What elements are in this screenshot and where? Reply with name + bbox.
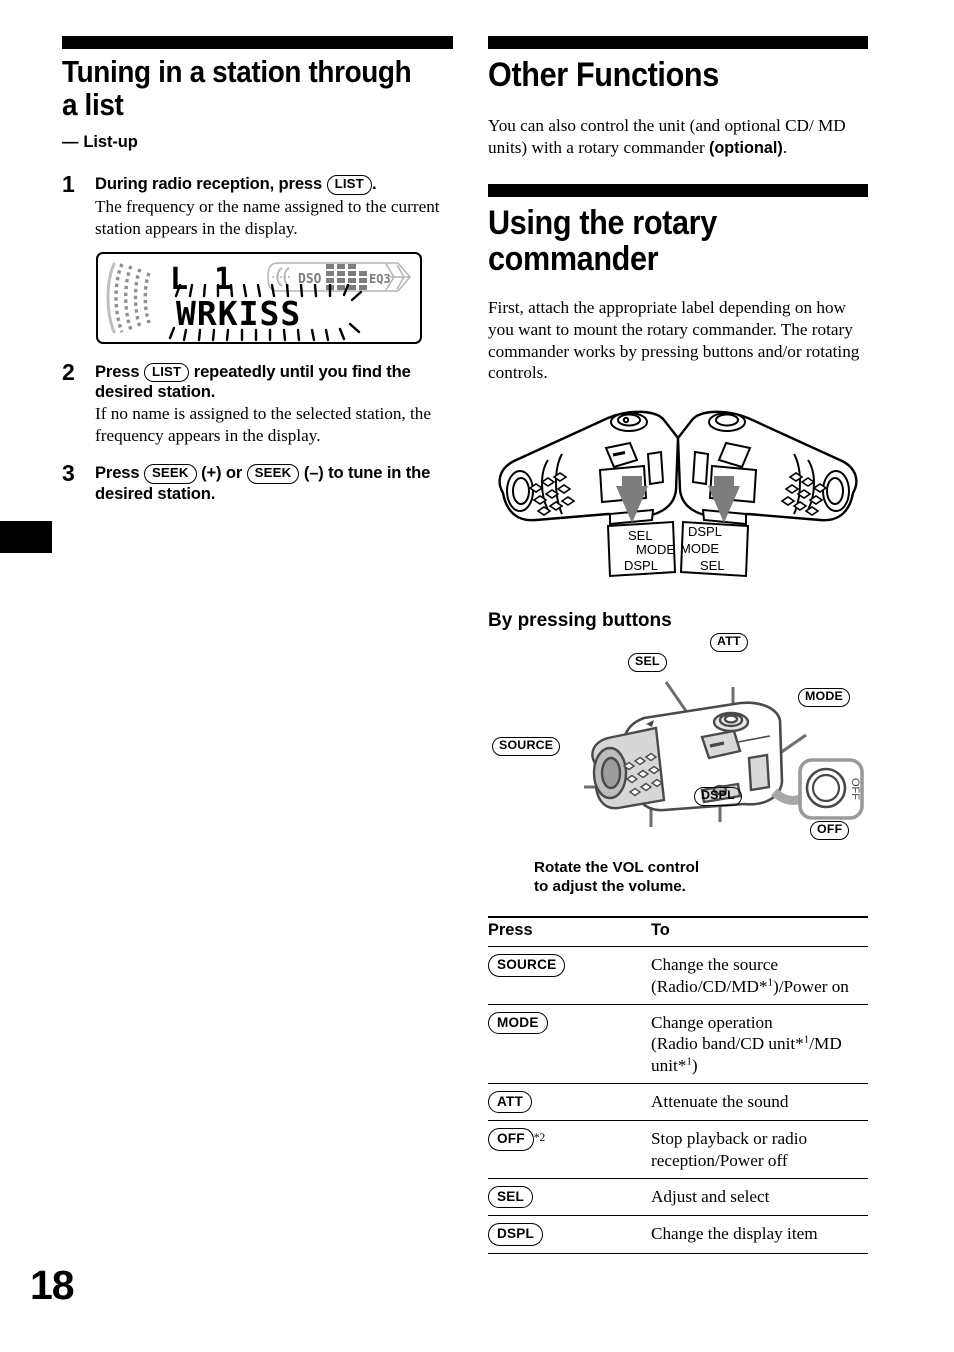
step-3-number: 3 [62, 459, 75, 486]
table-cell-key: OFF *2 [488, 1120, 651, 1179]
step-2-lead-after: repeatedly until you find the desired st… [95, 361, 411, 402]
left-subheading: — List-up [62, 133, 453, 152]
table-header-row: Press To [488, 916, 868, 948]
intro-text-a: You can also control the unit (and optio… [488, 116, 846, 158]
by-pressing-buttons-heading: By pressing buttons [488, 610, 672, 632]
table-cell-key: SOURCE [488, 946, 651, 1005]
table-row: DSPL Change the display item [488, 1215, 868, 1254]
step-3-lead-before: Press [95, 462, 140, 482]
left-label-line-1: SEL [628, 528, 653, 543]
thumb-tab-marker [0, 521, 52, 553]
table-header-to: To [651, 916, 868, 948]
table-cell-key: SEL [488, 1178, 651, 1217]
step-2-lead: Press LIST repeatedly until you find the… [95, 362, 453, 403]
off-knob-label: OFF [849, 778, 861, 800]
step-3: 3 Press SEEK (+) or SEEK (–) to tune in … [62, 459, 453, 504]
key-att: ATT [488, 1090, 533, 1114]
left-column: Tuning in a station through a list — List… [62, 36, 453, 503]
key-dspl: DSPL [488, 1223, 544, 1246]
table-cell-key: MODE [488, 1004, 651, 1084]
key-seek-minus: SEEK [246, 463, 300, 484]
step-2-lead-before: Press [95, 361, 140, 381]
table-cell-desc: Adjust and select [651, 1178, 868, 1217]
key-seek-plus: SEEK [143, 463, 197, 484]
subheading-text: List-up [83, 133, 138, 152]
key-sel: SEL [488, 1185, 534, 1209]
step-1-explanation: The frequency or the name assigned to th… [95, 197, 440, 238]
table-row: ATT Attenuate the sound [488, 1083, 868, 1122]
right-label-line-3: SEL [700, 558, 725, 573]
vol-caption: Rotate the VOL control to adjust the vol… [534, 859, 700, 895]
table-row: MODE Change operation (Radio band/CD uni… [488, 1004, 868, 1084]
page-title: Tuning in a station through a list [62, 54, 412, 123]
table-cell-desc: Attenuate the sound [651, 1083, 868, 1122]
key-list-2: LIST [143, 362, 190, 383]
table-cell-desc: Stop playback or radio reception/Power o… [651, 1120, 868, 1179]
left-label-line-2: MODE [636, 542, 675, 557]
rotary-commander-mounting-figure: SEL MODE DSPL DSPL MODE SEL [488, 398, 868, 588]
key-off: OFF [488, 1128, 534, 1151]
right-label-line-1: DSPL [688, 524, 722, 539]
callout-dspl: DSPL [694, 787, 742, 807]
callout-mode: MODE [798, 688, 850, 708]
table-row: SOURCE Change the source (Radio/CD/MD*1)… [488, 946, 868, 1005]
section-rule-right-2 [488, 183, 868, 197]
lcd-eq3-label: EQ3 [369, 272, 391, 286]
key-source: SOURCE [488, 954, 566, 977]
step-3-lead: Press SEEK (+) or SEEK (–) to tune in th… [95, 463, 453, 504]
signal-waves-icon [104, 258, 162, 338]
step-2-explanation: If no name is assigned to the selected s… [95, 404, 432, 446]
lcd-display-illustration: L 1 DSO EQ3 WRKISS [96, 251, 422, 344]
intro-optional-bold: (optional) [709, 139, 783, 158]
section-rule-left [62, 36, 453, 49]
left-label-line-3: DSPL [624, 558, 658, 573]
section-rule-right-1 [488, 36, 868, 49]
callout-source: SOURCE [492, 737, 561, 757]
step-1-number: 1 [62, 171, 75, 198]
key-note: *2 [533, 1132, 546, 1145]
table-cell-desc: Change operation (Radio band/CD unit*1/M… [651, 1004, 868, 1084]
key-mode: MODE [488, 1011, 548, 1035]
right-label-line-2: MODE [680, 541, 719, 556]
right-column: Other Functions You can also control the… [488, 36, 868, 1254]
manual-page: Tuning in a station through a list — List… [0, 0, 954, 1352]
lcd-station-name: WRKISS [176, 293, 302, 333]
callout-sel: SEL [628, 653, 667, 673]
table-cell-key: DSPL [488, 1215, 651, 1254]
step-1-lead-after: . [371, 174, 377, 194]
step-2: 2 Press LIST repeatedly until you find t… [62, 358, 453, 447]
step-1-lead: During radio reception, press LIST. [95, 174, 453, 196]
callout-off: OFF [810, 821, 850, 841]
rotary-key-table: Press To SOURCE Change the source (Radio… [488, 916, 868, 1254]
table-cell-key: ATT [488, 1083, 651, 1122]
table-header-press: Press [488, 916, 651, 948]
step-3-lead-mid: (+) or [201, 462, 243, 482]
table-cell-desc: Change the display item [651, 1215, 868, 1254]
step-1: 1 During radio reception, press LIST. Th… [62, 171, 453, 239]
key-list: LIST [326, 175, 372, 196]
intro-text-b: . [782, 138, 788, 158]
table-row: SEL Adjust and select [488, 1178, 868, 1217]
rotary-commander-intro: First, attach the appropriate label depe… [488, 298, 860, 383]
other-functions-title: Other Functions [488, 56, 719, 94]
page-number: 18 [30, 1262, 75, 1308]
rotary-commander-title: Using the rotary commander [488, 203, 717, 279]
step-2-number: 2 [62, 358, 75, 385]
step-1-lead-before: During radio reception, press [95, 174, 323, 194]
table-row: OFF *2 Stop playback or radio reception/P… [488, 1120, 868, 1179]
other-functions-intro: You can also control the unit (and optio… [488, 115, 868, 158]
subheading-dash: — [62, 133, 79, 152]
callout-att: ATT [710, 633, 748, 653]
table-cell-desc: Change the source (Radio/CD/MD*1)/Power … [651, 946, 868, 1005]
